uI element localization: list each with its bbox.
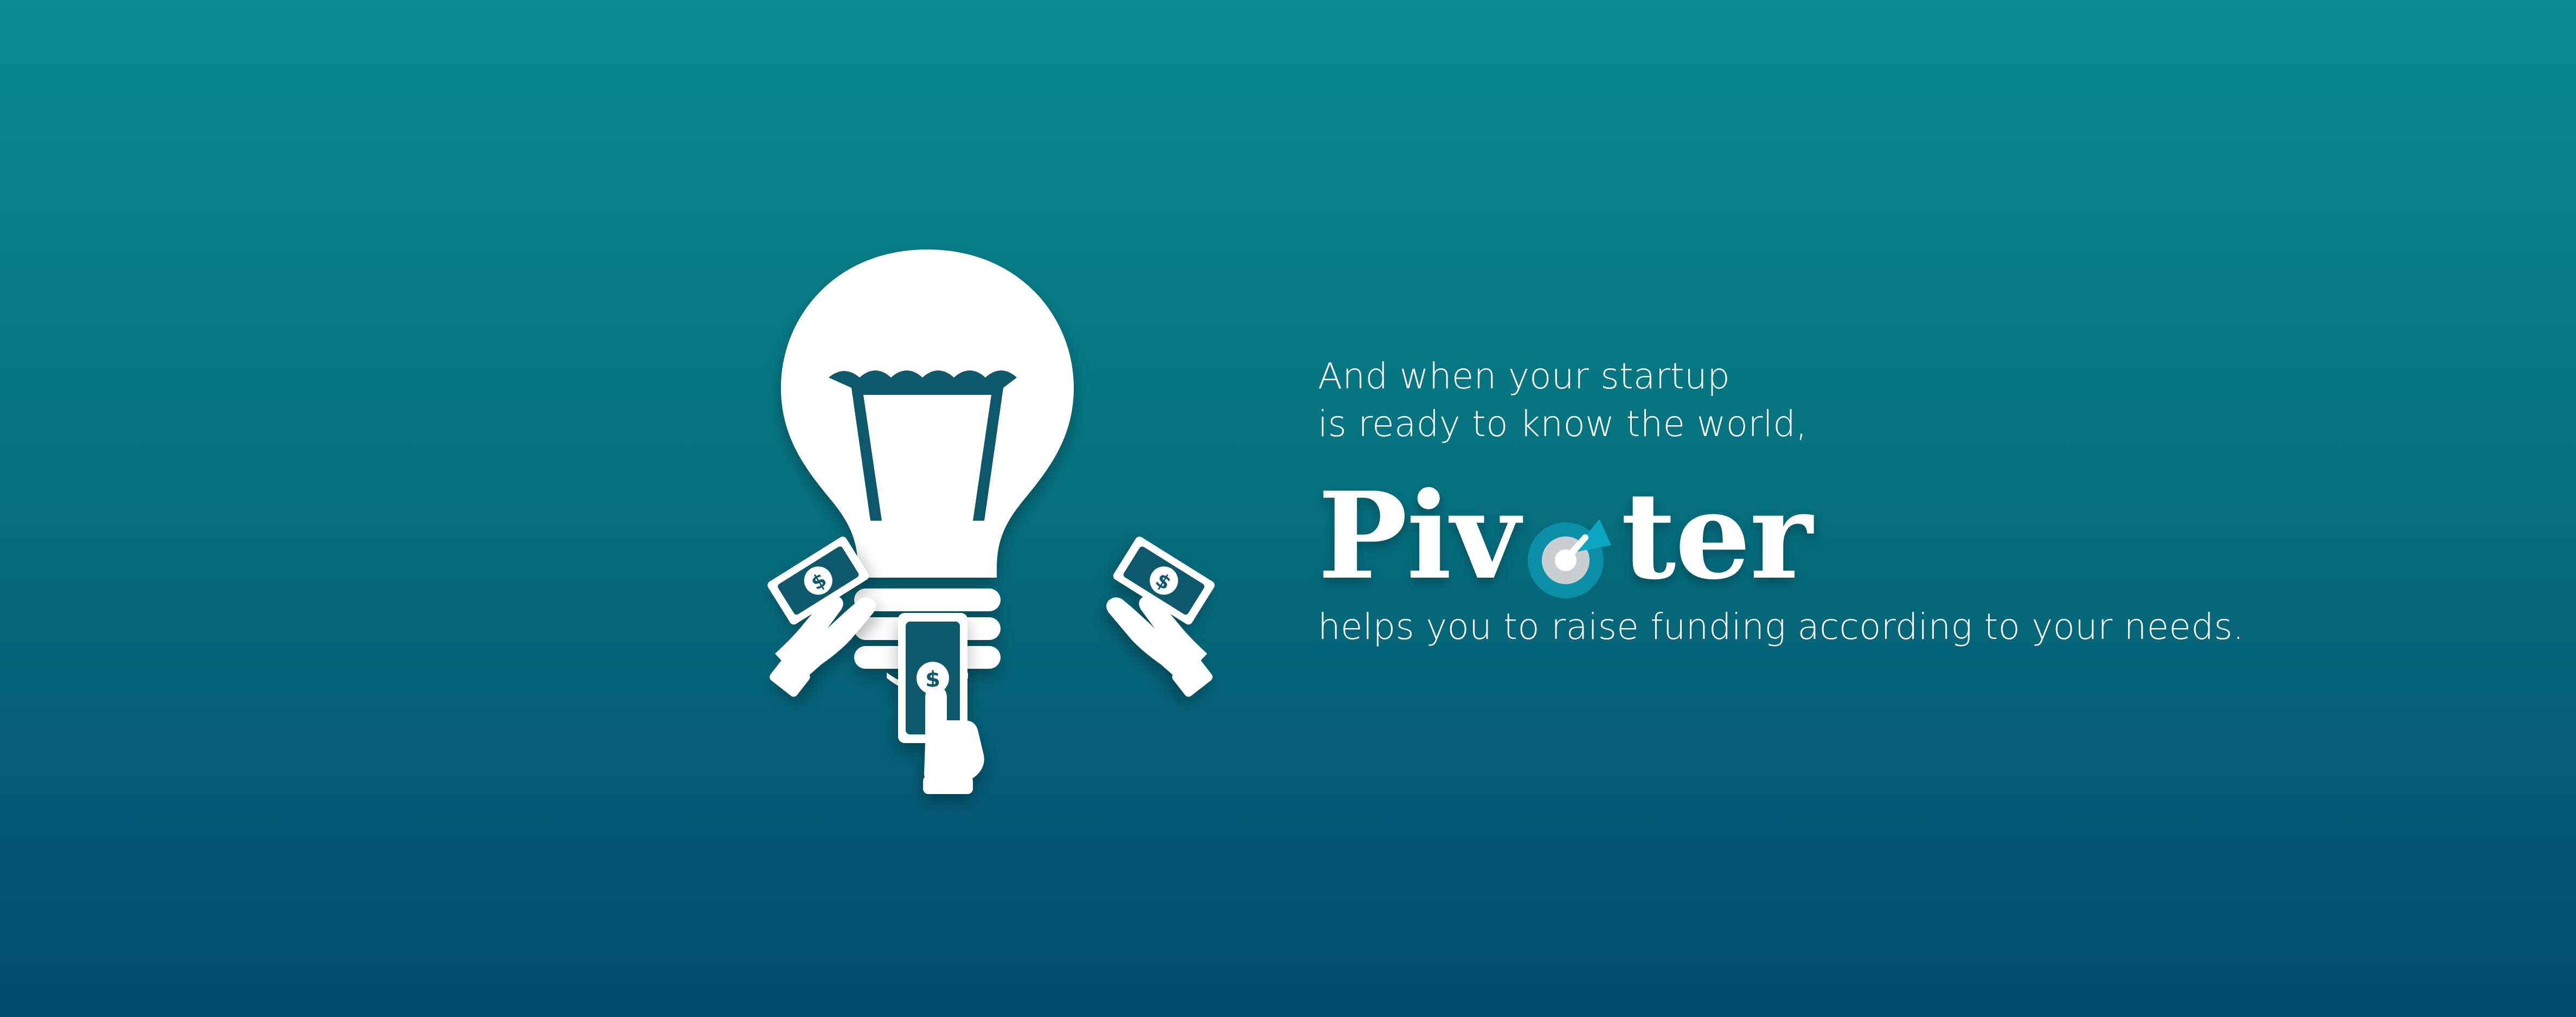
headline-copy: And when your startup is ready to know t… (1318, 353, 2402, 651)
intro-line-2: is ready to know the world, (1318, 403, 1808, 445)
hero-banner: $ $ $ And when your startup is ready to … (0, 0, 2576, 1017)
funding-illustration-svg: $ $ $ (767, 250, 1215, 794)
target-arrow-icon (1524, 498, 1617, 598)
intro-line-3: helps you to raise funding according to … (1318, 606, 2245, 648)
logo-text-before-mark: Piv (1318, 465, 1520, 606)
logo-text-after-mark: ter (1620, 465, 1812, 606)
target-arrow-icon-svg (1527, 519, 1611, 598)
intro-line-1: And when your startup (1318, 355, 1731, 397)
hand-with-dollar-bill-icon: $ (1106, 536, 1215, 697)
pivoter-logo: Pivoter Piv ter (1318, 460, 2402, 606)
hand-with-dollar-bill-icon: $ (898, 613, 984, 794)
funding-illustration: $ $ $ (716, 228, 1226, 814)
